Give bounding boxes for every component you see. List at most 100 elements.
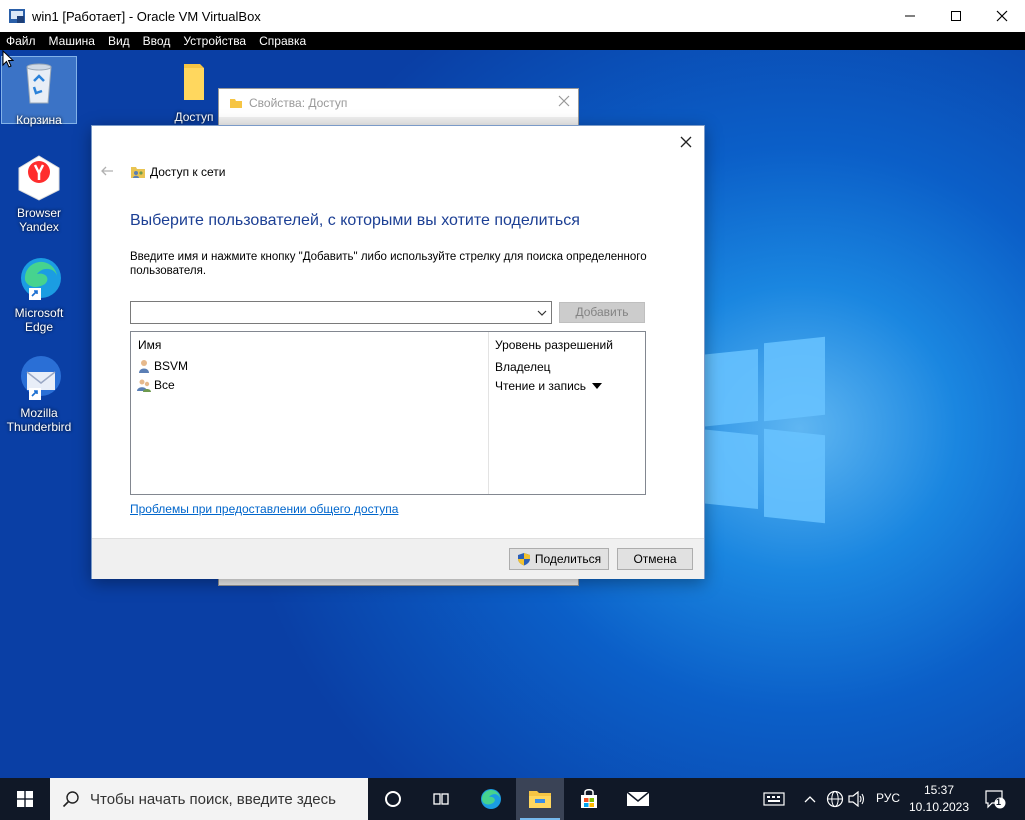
vbox-titlebar: win1 [Работает] - Oracle VM VirtualBox [0,0,1025,32]
chevron-down-icon[interactable] [536,306,548,320]
clock-date: 10.10.2023 [908,800,970,814]
menu-machine[interactable]: Машина [49,34,95,48]
file-explorer-icon [529,791,551,808]
minimize-icon [905,15,915,17]
users-table: Имя Уровень разрешений BSVM Владелец Все… [130,331,646,495]
start-button[interactable] [0,778,50,820]
row-permission: Чтение и запись [495,379,587,393]
folder-icon [170,58,218,106]
row-permission: Владелец [495,360,551,374]
cortana-button[interactable] [369,778,417,820]
properties-window-titlebar: Свойства: Доступ [219,89,578,117]
desktop-icon-label: Mozilla Thunderbird [6,406,72,434]
desktop-icon-label: Microsoft Edge [14,306,64,334]
maximize-button[interactable] [933,0,979,32]
search-placeholder: Чтобы начать поиск, введите здесь [90,790,336,808]
cancel-button[interactable]: Отмена [617,548,693,570]
close-icon [558,95,570,107]
folder-icon [230,99,242,108]
dropdown-caret-icon[interactable] [592,383,603,389]
virtualbox-icon [9,9,25,23]
menu-help[interactable]: Справка [259,34,306,48]
cortana-circle-icon [385,791,401,807]
taskbar: Чтобы начать поиск, введите здесь РУС 15… [0,778,1025,820]
network-globe-icon [826,790,844,808]
keyboard-icon [763,792,785,806]
yandex-browser-icon [15,154,63,202]
dialog-header: Доступ к сети [130,164,225,180]
task-view-button[interactable] [417,778,465,820]
group-icon [137,379,151,392]
close-button[interactable] [979,0,1025,32]
guest-desktop: Корзина Доступ Browser Yandex Microsoft … [0,50,1025,778]
properties-close-button[interactable] [558,94,570,112]
row-user-name: BSVM [154,359,189,373]
desktop-icon-label: Browser Yandex [16,206,61,234]
table-row[interactable]: Все Чтение и запись [131,376,645,395]
vbox-menubar: Файл Машина Вид Ввод Устройства Справка [0,32,1025,50]
dialog-close-button[interactable] [676,132,696,152]
network-access-dialog: Доступ к сети Выберите пользователей, с … [91,125,705,579]
tray-input-indicator[interactable] [762,790,786,808]
taskbar-mail-button[interactable] [614,778,662,820]
maximize-icon [951,11,961,21]
column-header-permission[interactable]: Уровень разрешений [495,338,613,352]
notification-icon [985,790,1006,809]
desktop-icon-mozilla-thunderbird[interactable]: Mozilla Thunderbird [1,354,77,434]
mouse-cursor-icon [2,50,14,68]
taskbar-search-box[interactable]: Чтобы начать поиск, введите здесь [50,778,368,820]
mail-icon [626,791,650,806]
edge-icon [481,789,501,809]
minimize-button[interactable] [887,0,933,32]
windows-wallpaper-logo [700,336,825,530]
store-bag-icon [581,789,597,808]
dialog-header-title: Доступ к сети [150,165,226,179]
notification-count: 1 [996,797,1002,807]
table-row[interactable]: BSVM Владелец [131,357,645,376]
taskbar-clock[interactable]: 15:37 10.10.2023 [904,782,974,816]
menu-view[interactable]: Вид [108,34,130,48]
clock-time: 15:37 [923,783,955,797]
desktop-icon-label: Корзина [16,113,62,127]
task-view-icon [433,793,449,805]
menu-input[interactable]: Ввод [143,34,171,48]
desktop-icon-microsoft-edge[interactable]: Microsoft Edge [1,254,77,334]
share-button-label: Поделиться [534,552,602,566]
tray-network-button[interactable] [826,790,844,808]
recycle-bin-icon [15,61,63,109]
speaker-icon [848,791,865,807]
close-icon [680,136,692,148]
row-user-name: Все [154,378,175,392]
sharing-troubleshoot-link[interactable]: Проблемы при предоставлении общего досту… [130,502,398,516]
permission-dropdown[interactable]: Чтение и запись [495,379,603,393]
windows-start-icon [17,791,33,807]
dialog-heading: Выберите пользователей, с которыми вы хо… [130,212,580,229]
close-icon [996,10,1008,22]
user-name-combobox[interactable] [130,301,552,324]
network-sharing-icon [131,167,145,178]
uac-shield-icon [517,553,530,566]
desktop-icon-yandex-browser[interactable]: Browser Yandex [1,154,77,234]
edge-icon [15,254,63,302]
action-center-button[interactable]: 1 [984,790,1006,809]
taskbar-store-button[interactable] [565,778,613,820]
search-icon [62,791,79,808]
tray-language-indicator[interactable]: РУС [876,791,900,805]
tray-volume-button[interactable] [848,790,866,808]
share-button[interactable]: Поделиться [509,548,609,570]
column-header-name[interactable]: Имя [138,338,161,352]
back-arrow-icon [101,166,113,176]
vbox-window-title: win1 [Работает] - Oracle VM VirtualBox [32,8,261,24]
menu-file[interactable]: Файл [6,34,36,48]
properties-window-title: Свойства: Доступ [249,96,348,110]
dialog-footer: Поделиться Отмена [92,538,704,579]
back-button[interactable] [100,163,114,179]
add-button[interactable]: Добавить [559,302,645,323]
user-icon [139,360,149,373]
chevron-up-icon [804,796,816,803]
thunderbird-icon [15,354,63,402]
menu-devices[interactable]: Устройства [183,34,246,48]
taskbar-file-explorer-button[interactable] [516,778,564,820]
taskbar-edge-button[interactable] [467,778,515,820]
tray-overflow-button[interactable] [801,790,819,808]
